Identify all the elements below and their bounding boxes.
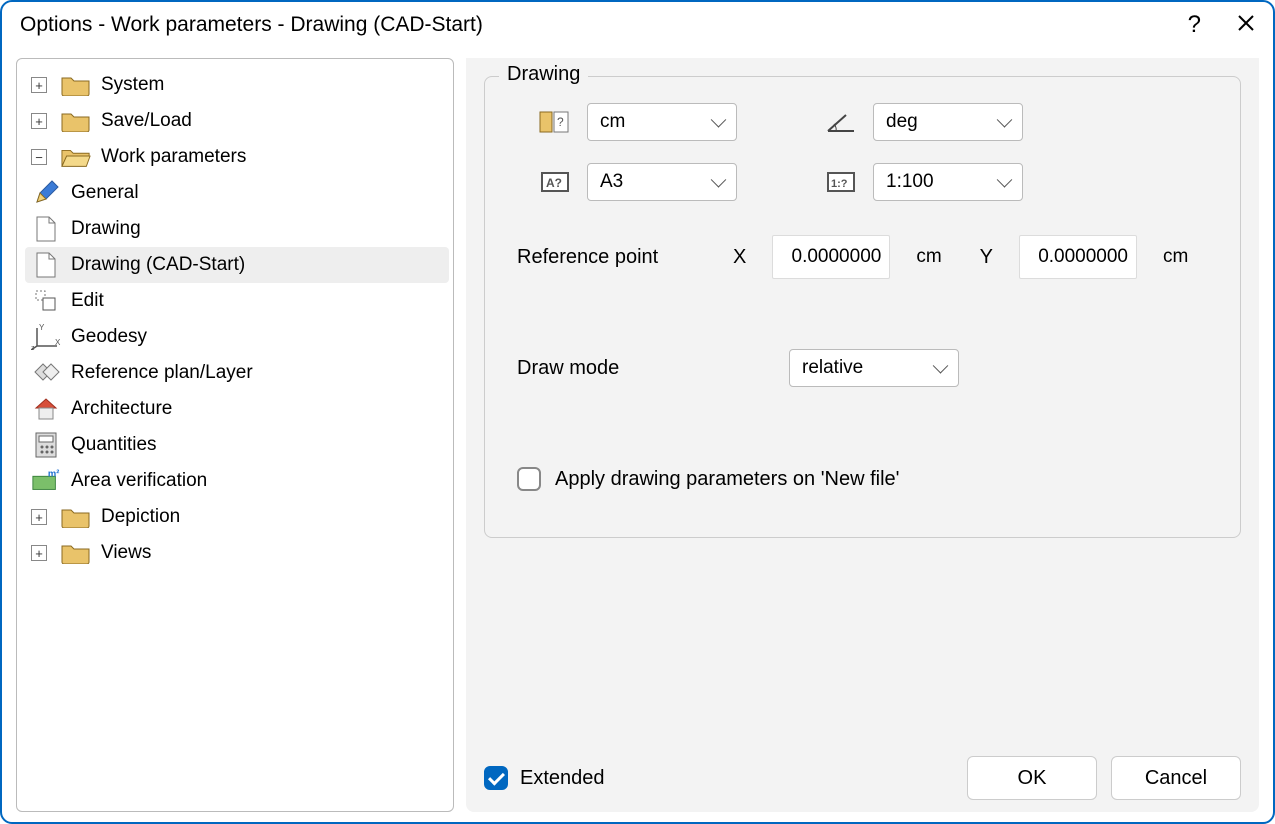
drawing-group: Drawing ? cm [484,76,1241,538]
svg-text:A?: A? [546,176,562,190]
dialog-footer: Extended OK Cancel [484,738,1241,800]
tree-item-label: System [101,74,164,96]
svg-text:m²: m² [48,468,59,478]
y-unit: cm [1163,246,1188,268]
tree-item-label: Area verification [71,470,207,492]
tree-item-views[interactable]: + Views [25,535,449,571]
angle-unit-combo[interactable]: deg [873,103,1023,141]
apply-checkbox[interactable] [517,467,541,491]
svg-text:?: ? [557,115,564,129]
tree-item-label: Depiction [101,506,180,528]
nav-tree: + System + Save/Load [16,58,454,812]
calculator-icon [31,433,61,457]
svg-text:z: z [31,345,35,350]
combo-value: A3 [600,171,623,193]
refplan-icon [31,361,61,385]
y-label: Y [980,246,993,269]
angle-unit-icon [823,107,859,137]
tree-item-label: Drawing [71,218,141,240]
tree-item-drawing[interactable]: Drawing [25,211,449,247]
folder-open-icon [61,145,91,169]
draw-mode-combo[interactable]: relative [789,349,959,387]
tree-item-label: Views [101,542,151,564]
options-dialog: Options - Work parameters - Drawing (CAD… [0,0,1275,824]
tree-item-saveload[interactable]: + Save/Load [25,103,449,139]
x-label: X [733,246,746,269]
tree-item-geodesy[interactable]: Y Xz Geodesy [25,319,449,355]
scale-icon: 1:? [823,167,859,197]
combo-value: cm [600,111,625,133]
tree-item-label: Geodesy [71,326,147,348]
window-title: Options - Work parameters - Drawing (CAD… [20,13,483,37]
combo-value: relative [802,357,863,379]
ref-x-input[interactable] [772,235,890,279]
folder-icon [61,73,91,97]
expand-icon[interactable]: + [31,113,47,129]
tree-item-label: Drawing (CAD-Start) [71,254,245,276]
paper-size-combo[interactable]: A3 [587,163,737,201]
svg-text:Y: Y [39,324,45,332]
length-unit-combo[interactable]: cm [587,103,737,141]
extended-checkbox[interactable] [484,766,508,790]
pencil-icon [31,181,61,205]
expand-icon[interactable]: + [31,509,47,525]
cancel-button[interactable]: Cancel [1111,756,1241,800]
x-unit: cm [916,246,941,268]
folder-icon [61,505,91,529]
tree-item-label: Work parameters [101,146,246,168]
ref-point-label: Reference point [517,246,707,269]
tree-item-label: Save/Load [101,110,192,132]
tree-item-label: Edit [71,290,104,312]
house-icon [31,397,61,421]
tree-item-architecture[interactable]: Architecture [25,391,449,427]
edit-icon [31,289,61,313]
tree-item-workparams[interactable]: − Work parameters [25,139,449,175]
tree-item-depiction[interactable]: + Depiction [25,499,449,535]
file-icon [31,253,61,277]
tree-item-label: Reference plan/Layer [71,362,253,384]
tree-item-edit[interactable]: Edit [25,283,449,319]
titlebar: Options - Work parameters - Drawing (CAD… [2,2,1273,48]
axes-icon: Y Xz [31,325,61,349]
tree-item-general[interactable]: General [25,175,449,211]
settings-panel: Drawing ? cm [466,58,1259,812]
expand-icon[interactable]: + [31,77,47,93]
group-title: Drawing [499,63,588,86]
help-icon[interactable]: ? [1188,11,1201,39]
draw-mode-label: Draw mode [517,357,763,380]
area-icon: m² [31,469,61,493]
tree-item-refplan[interactable]: Reference plan/Layer [25,355,449,391]
tree-item-areaverif[interactable]: m² Area verification [25,463,449,499]
tree-item-label: General [71,182,139,204]
combo-value: deg [886,111,918,133]
apply-label: Apply drawing parameters on 'New file' [555,468,899,491]
paper-size-icon: A? [537,167,573,197]
folder-icon [61,109,91,133]
tree-item-quantities[interactable]: Quantities [25,427,449,463]
tree-item-system[interactable]: + System [25,67,449,103]
scale-combo[interactable]: 1:100 [873,163,1023,201]
tree-item-label: Quantities [71,434,157,456]
svg-text:1:?: 1:? [831,178,848,190]
extended-label: Extended [520,767,605,790]
combo-value: 1:100 [886,171,934,193]
length-unit-icon: ? [537,107,573,137]
collapse-icon[interactable]: − [31,149,47,165]
ref-y-input[interactable] [1019,235,1137,279]
svg-text:X: X [55,338,61,347]
close-icon[interactable] [1237,11,1255,39]
file-icon [31,217,61,241]
tree-item-label: Architecture [71,398,172,420]
tree-item-drawing-cadstart[interactable]: Drawing (CAD-Start) [25,247,449,283]
folder-icon [61,541,91,565]
ok-button[interactable]: OK [967,756,1097,800]
expand-icon[interactable]: + [31,545,47,561]
